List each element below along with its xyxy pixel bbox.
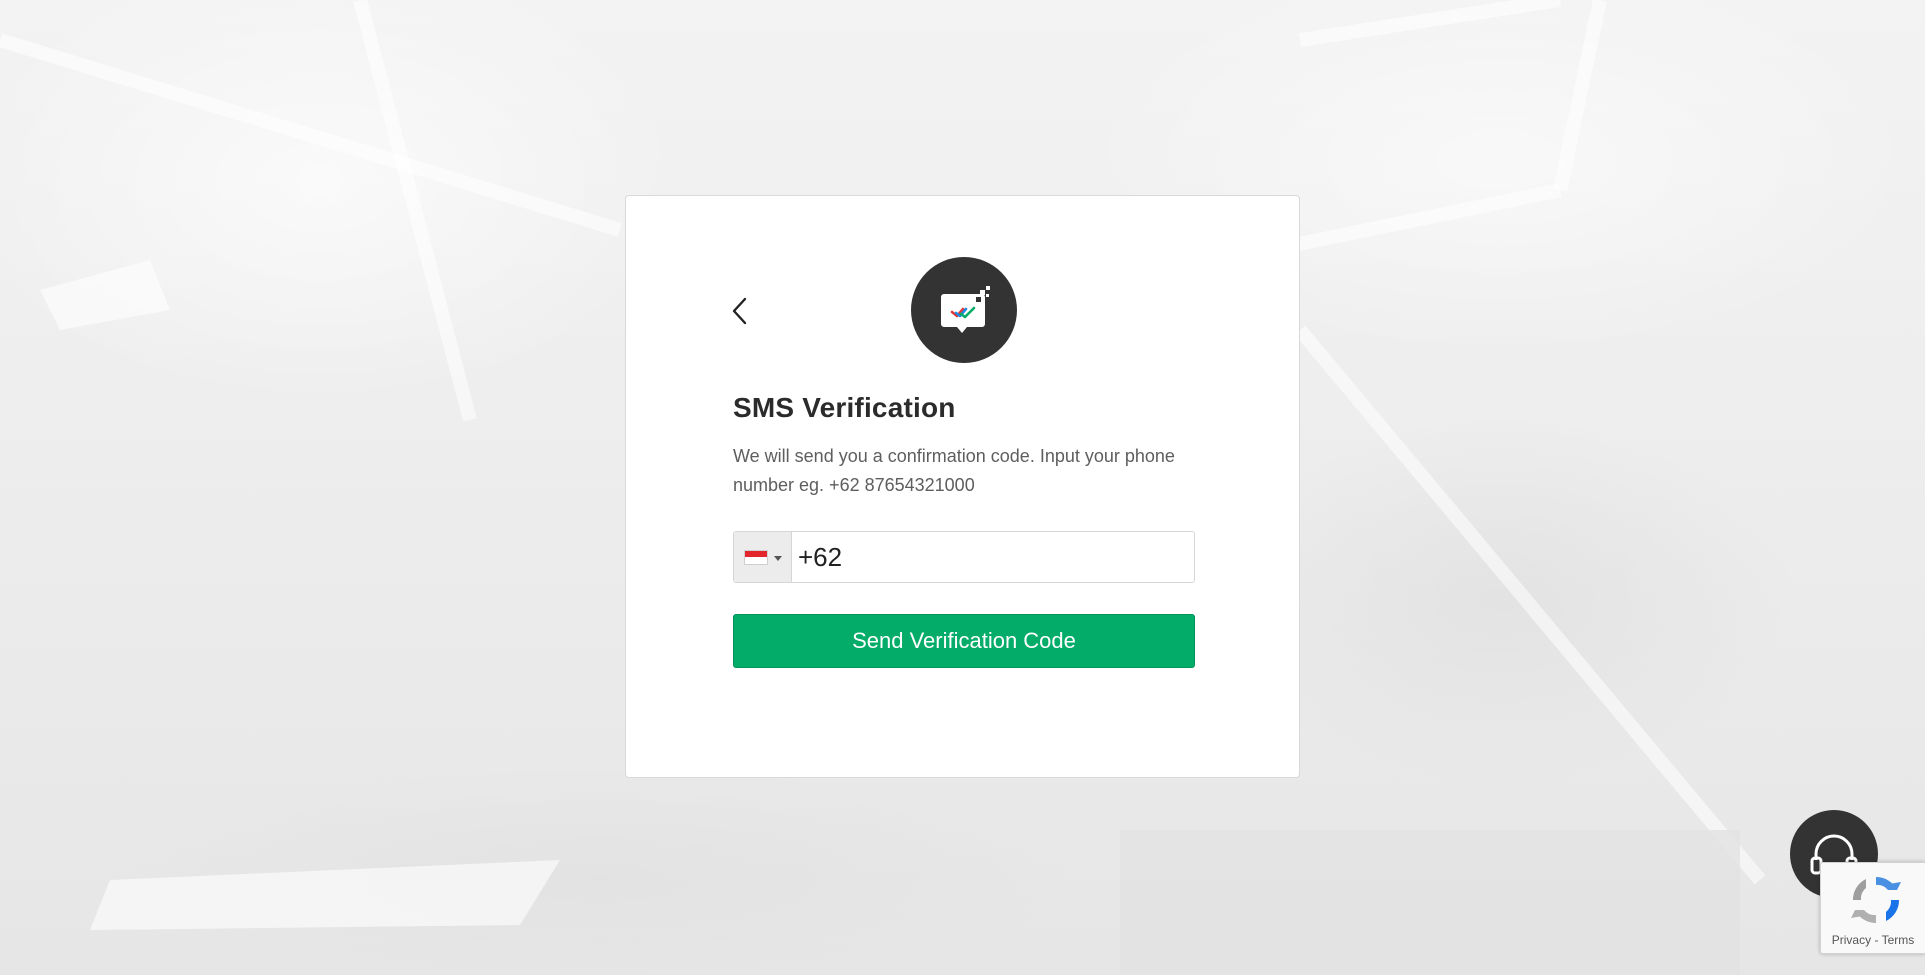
privacy-link[interactable]: Privacy [1832, 933, 1871, 947]
send-verification-code-button[interactable]: Send Verification Code [733, 614, 1195, 668]
link-separator: - [1871, 933, 1882, 947]
recaptcha-badge[interactable]: Privacy - Terms [1820, 862, 1925, 954]
page: SMS Verification We will send you a conf… [0, 0, 1925, 975]
phone-field [733, 531, 1195, 583]
indonesia-flag-icon [743, 549, 768, 565]
country-code-dropdown[interactable] [734, 532, 792, 582]
caret-down-icon [773, 555, 782, 561]
chevron-left-icon [732, 297, 747, 325]
phone-number-input[interactable] [792, 532, 1194, 582]
back-button[interactable] [726, 293, 754, 329]
verification-card: SMS Verification We will send you a conf… [625, 195, 1300, 778]
recaptcha-icon [1851, 876, 1901, 924]
terms-link[interactable]: Terms [1882, 933, 1915, 947]
page-title: SMS Verification [733, 392, 956, 423]
sms-check-icon [911, 257, 1017, 363]
recaptcha-links: Privacy - Terms [1821, 933, 1925, 947]
instruction-text: We will send you a confirmation code. In… [733, 446, 1175, 495]
